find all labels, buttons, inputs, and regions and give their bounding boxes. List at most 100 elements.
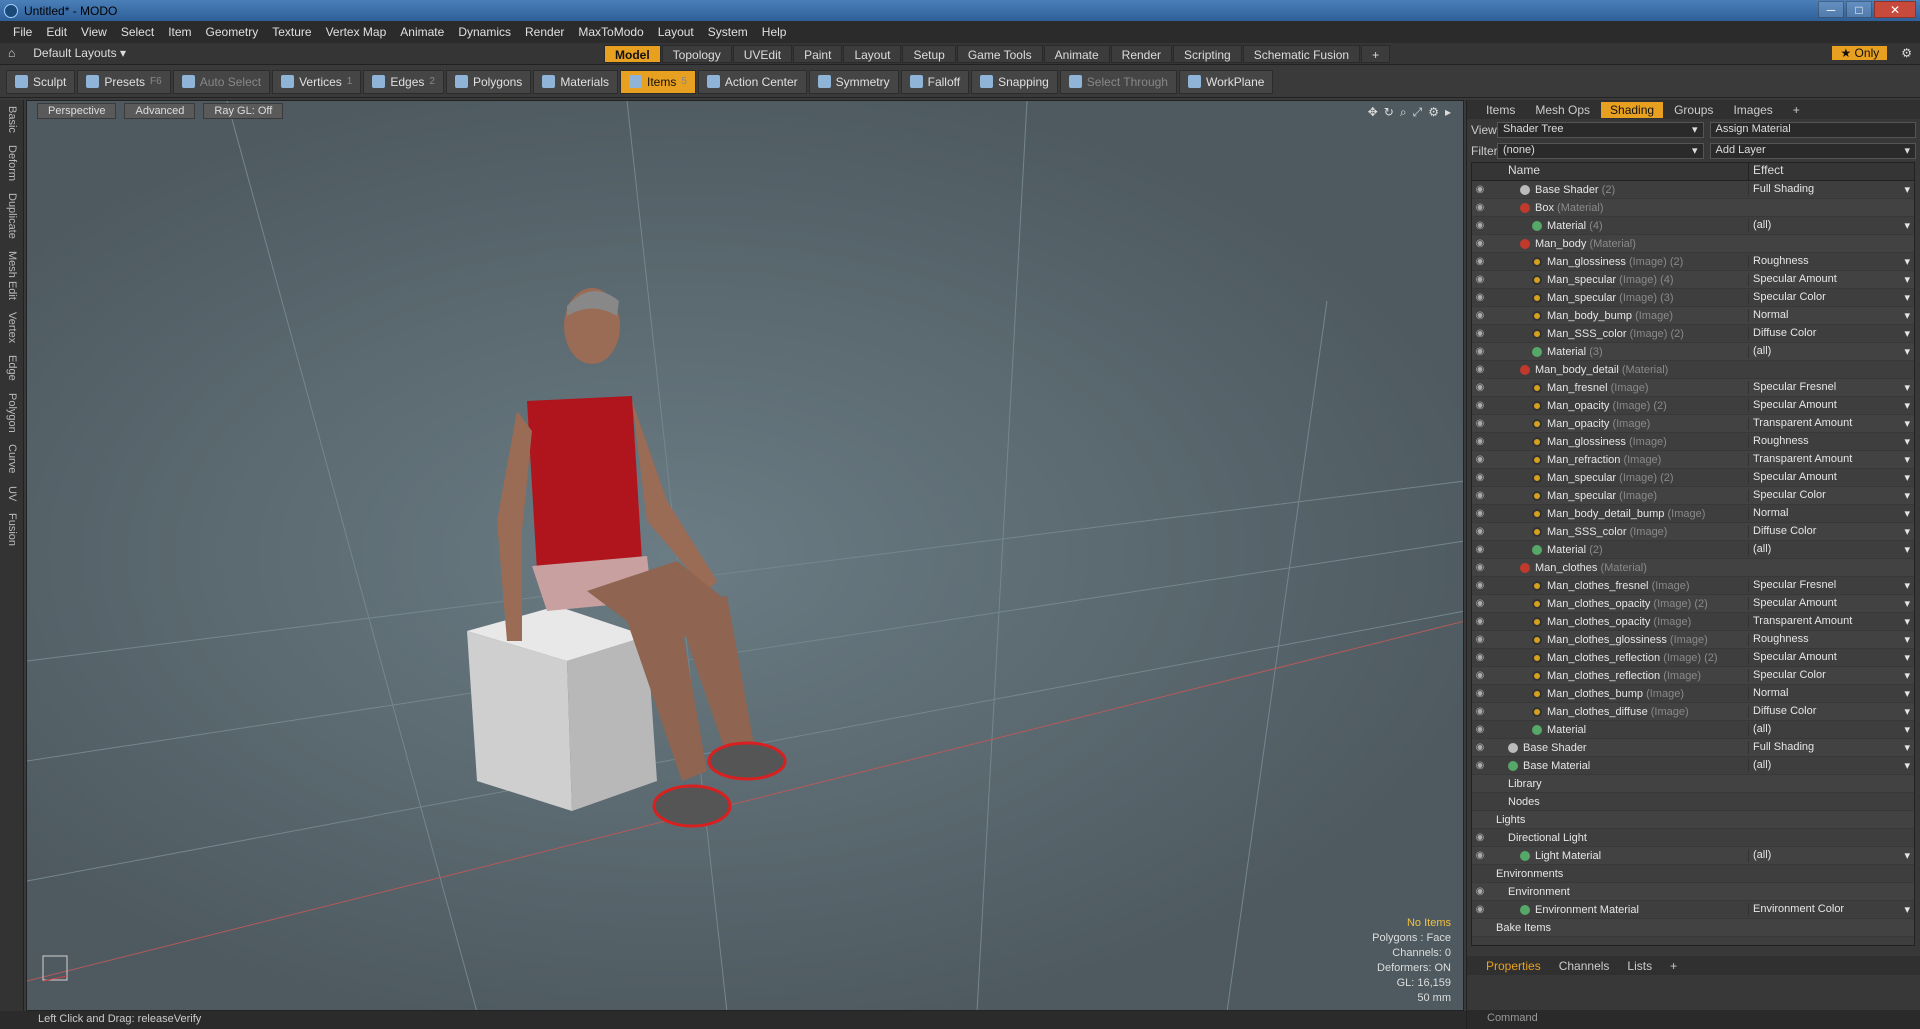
row-effect[interactable]: Specular Color ▾: [1748, 489, 1914, 502]
shader-tree-row[interactable]: ◉ Base Shader Full Shading ▾: [1472, 739, 1914, 757]
row-effect[interactable]: Transparent Amount ▾: [1748, 615, 1914, 628]
row-effect[interactable]: Full Shading ▾: [1748, 183, 1914, 196]
close-button[interactable]: ✕: [1874, 1, 1916, 18]
effect-column-header[interactable]: Effect: [1748, 163, 1914, 180]
visibility-eye-icon[interactable]: ◉: [1472, 364, 1488, 375]
shader-tree-row[interactable]: ◉ Man_body (Material): [1472, 235, 1914, 253]
effect-dropdown-icon[interactable]: ▾: [1904, 417, 1910, 430]
left-tab-vertex[interactable]: Vertex: [0, 306, 18, 349]
left-tab-mesh-edit[interactable]: Mesh Edit: [0, 245, 18, 306]
effect-dropdown-icon[interactable]: ▾: [1904, 615, 1910, 628]
shader-tree-row[interactable]: Nodes: [1472, 793, 1914, 811]
effect-dropdown-icon[interactable]: ▾: [1904, 219, 1910, 232]
menu-geometry[interactable]: Geometry: [199, 25, 266, 39]
visibility-eye-icon[interactable]: ◉: [1472, 184, 1488, 195]
visibility-eye-icon[interactable]: ◉: [1472, 688, 1488, 699]
tab-animate[interactable]: Animate: [1043, 45, 1110, 63]
shader-tree-row[interactable]: ◉ Man_body_bump (Image) Normal ▾: [1472, 307, 1914, 325]
row-effect[interactable]: Environment Color ▾: [1748, 903, 1914, 916]
shader-tree-row[interactable]: ◉ Man_refraction (Image) Transparent Amoun…: [1472, 451, 1914, 469]
shader-tree-row[interactable]: ◉ Directional Light: [1472, 829, 1914, 847]
shader-tree-row[interactable]: ◉ Material (all) ▾: [1472, 721, 1914, 739]
effect-dropdown-icon[interactable]: ▾: [1904, 327, 1910, 340]
snapping-button[interactable]: Snapping: [971, 69, 1058, 94]
left-tab-deform[interactable]: Deform: [0, 139, 18, 187]
row-effect[interactable]: (all) ▾: [1748, 219, 1914, 232]
left-tab-polygon[interactable]: Polygon: [0, 387, 18, 439]
effect-dropdown-icon[interactable]: ▾: [1904, 579, 1910, 592]
effect-dropdown-icon[interactable]: ▾: [1904, 849, 1910, 862]
row-effect[interactable]: Normal ▾: [1748, 687, 1914, 700]
visibility-eye-icon[interactable]: ◉: [1472, 328, 1488, 339]
shader-tree-row[interactable]: ◉ Man_clothes_opacity (Image) Transparent …: [1472, 613, 1914, 631]
visibility-eye-icon[interactable]: ◉: [1472, 382, 1488, 393]
effect-dropdown-icon[interactable]: ▾: [1904, 489, 1910, 502]
effect-dropdown-icon[interactable]: ▾: [1904, 273, 1910, 286]
presets-button[interactable]: Presets F6: [77, 69, 171, 94]
tab-model[interactable]: Model: [604, 45, 661, 63]
maximize-button[interactable]: □: [1846, 1, 1872, 18]
row-effect[interactable]: (all) ▾: [1748, 723, 1914, 736]
visibility-eye-icon[interactable]: ◉: [1472, 742, 1488, 753]
row-effect[interactable]: Specular Amount ▾: [1748, 399, 1914, 412]
shader-tree-row[interactable]: ◉ Man_clothes_reflection (Image) (2) Specu…: [1472, 649, 1914, 667]
visibility-eye-icon[interactable]: ◉: [1472, 850, 1488, 861]
pan-icon[interactable]: ✥: [1368, 105, 1378, 120]
tab-paint[interactable]: Paint: [793, 45, 843, 63]
visibility-eye-icon[interactable]: ◉: [1472, 256, 1488, 267]
shader-tree-row[interactable]: Lights: [1472, 811, 1914, 829]
left-tab-fusion[interactable]: Fusion: [0, 507, 18, 552]
effect-dropdown-icon[interactable]: ▾: [1904, 453, 1910, 466]
viewport-settings-icon[interactable]: ⚙: [1428, 105, 1439, 120]
row-effect[interactable]: Specular Amount ▾: [1748, 597, 1914, 610]
select-through-button[interactable]: Select Through: [1059, 69, 1177, 94]
visibility-eye-icon[interactable]: ◉: [1472, 202, 1488, 213]
menu-animate[interactable]: Animate: [393, 25, 451, 39]
tab-game-tools[interactable]: Game Tools: [956, 45, 1043, 63]
shader-tree-row[interactable]: Library: [1472, 775, 1914, 793]
menu-edit[interactable]: Edit: [39, 25, 74, 39]
visibility-eye-icon[interactable]: ◉: [1472, 490, 1488, 501]
expand-icon[interactable]: ▸: [1445, 105, 1451, 120]
effect-dropdown-icon[interactable]: ▾: [1904, 399, 1910, 412]
shader-tree-row[interactable]: ◉ Man_specular (Image) Specular Color ▾: [1472, 487, 1914, 505]
shader-tree-row[interactable]: ◉ Environment Material Environment Color ▾: [1472, 901, 1914, 919]
menu-dynamics[interactable]: Dynamics: [451, 25, 518, 39]
shader-tree-row[interactable]: ◉ Man_clothes_fresnel (Image) Specular Fre…: [1472, 577, 1914, 595]
row-effect[interactable]: Roughness ▾: [1748, 435, 1914, 448]
tab-topology[interactable]: Topology: [661, 45, 732, 63]
row-effect[interactable]: Normal ▾: [1748, 507, 1914, 520]
menu-select[interactable]: Select: [114, 25, 161, 39]
shader-tree-row[interactable]: ◉ Material (3) (all) ▾: [1472, 343, 1914, 361]
effect-dropdown-icon[interactable]: ▾: [1904, 687, 1910, 700]
tab-render[interactable]: Render: [1110, 45, 1173, 63]
effect-dropdown-icon[interactable]: ▾: [1904, 381, 1910, 394]
workplane-button[interactable]: WorkPlane: [1178, 69, 1274, 94]
assign-material-select[interactable]: Assign Material: [1709, 121, 1916, 138]
visibility-eye-icon[interactable]: ◉: [1472, 832, 1488, 843]
visibility-eye-icon[interactable]: ◉: [1472, 904, 1488, 915]
effect-dropdown-icon[interactable]: ▾: [1904, 597, 1910, 610]
visibility-eye-icon[interactable]: ◉: [1472, 652, 1488, 663]
effect-dropdown-icon[interactable]: ▾: [1904, 345, 1910, 358]
row-effect[interactable]: (all) ▾: [1748, 543, 1914, 556]
effect-dropdown-icon[interactable]: ▾: [1904, 183, 1910, 196]
view-select[interactable]: Shader Tree ▾: [1497, 121, 1704, 138]
visibility-eye-icon[interactable]: ◉: [1472, 580, 1488, 591]
visibility-eye-icon[interactable]: ◉: [1472, 292, 1488, 303]
tab-properties[interactable]: Properties: [1477, 958, 1550, 974]
edges-button[interactable]: Edges 2: [363, 69, 444, 94]
3d-viewport[interactable]: Perspective Advanced Ray GL: Off ✥ ↻ ⌕ ⤢ ⚙…: [26, 100, 1464, 1011]
row-effect[interactable]: Diffuse Color ▾: [1748, 327, 1914, 340]
shader-tree-row[interactable]: ◉ Man_specular (Image) (2) Specular Amount…: [1472, 469, 1914, 487]
row-effect[interactable]: Specular Color ▾: [1748, 291, 1914, 304]
row-effect[interactable]: Normal ▾: [1748, 309, 1914, 322]
effect-dropdown-icon[interactable]: ▾: [1904, 507, 1910, 520]
row-effect[interactable]: Transparent Amount ▾: [1748, 453, 1914, 466]
tab-add[interactable]: +: [1661, 958, 1686, 974]
visibility-eye-icon[interactable]: ◉: [1472, 310, 1488, 321]
visibility-eye-icon[interactable]: ◉: [1472, 670, 1488, 681]
tab-layout[interactable]: Layout: [843, 45, 902, 63]
tab-mesh-ops[interactable]: Mesh Ops: [1526, 102, 1599, 118]
tab-lists[interactable]: Lists: [1618, 958, 1661, 974]
